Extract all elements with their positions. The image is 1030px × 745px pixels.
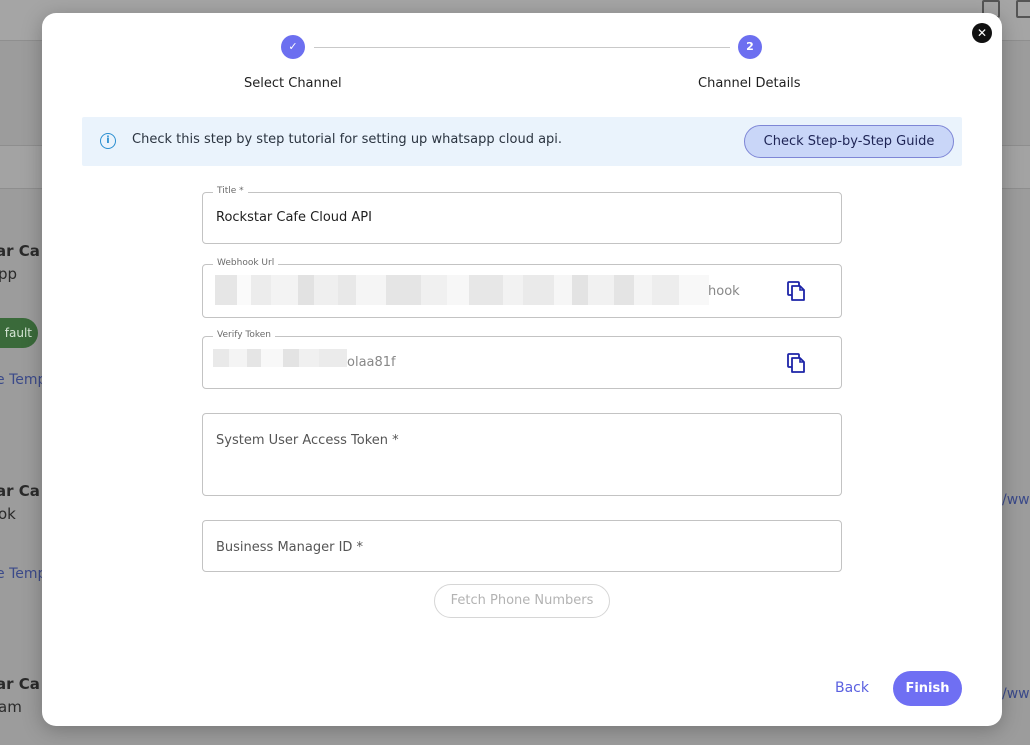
verify-token-label: Verify Token <box>213 330 275 340</box>
bg-card-subtitle: am <box>0 698 22 716</box>
bg-card-subtitle: pp <box>0 265 18 283</box>
info-icon: i <box>100 133 116 149</box>
verify-token-field[interactable]: Verify Token olaa81f <box>202 330 842 389</box>
bg-card-subtitle: ok <box>0 505 16 523</box>
webhook-url-visible-text: hook <box>708 284 740 299</box>
banner-text: Check this step by step tutorial for set… <box>132 132 563 147</box>
bg-card-title: ar Ca <box>0 675 40 693</box>
system-user-access-token-placeholder: System User Access Token * <box>216 433 399 448</box>
copy-verify-token-icon[interactable] <box>787 353 805 373</box>
verify-token-visible-text: olaa81f <box>347 355 396 370</box>
business-manager-id-input[interactable]: Business Manager ID * <box>202 520 842 572</box>
bg-default-badge: fault <box>0 318 38 348</box>
redacted-verify-token <box>213 349 347 367</box>
step-by-step-guide-button[interactable]: Check Step-by-Step Guide <box>744 125 954 158</box>
bookmark-icon <box>1016 0 1030 18</box>
back-button[interactable]: Back <box>828 677 876 699</box>
step-number-badge: 2 <box>738 35 762 59</box>
webhook-url-field[interactable]: Webhook Url hook <box>202 258 842 318</box>
bg-card-link: e Temp <box>0 372 47 388</box>
bg-card-right-link: /www <box>1002 686 1030 702</box>
bg-card-title: ar Ca <box>0 482 40 500</box>
channel-setup-modal: ✕ ✓ 2 Select Channel Channel Details i C… <box>42 13 1002 726</box>
finish-button[interactable]: Finish <box>893 671 962 706</box>
redacted-webhook-url <box>215 275 710 305</box>
bg-card-right-link: /www <box>1002 492 1030 508</box>
info-banner: i Check this step by step tutorial for s… <box>82 117 962 166</box>
title-field[interactable]: Title * Rockstar Cafe Cloud API <box>202 186 842 244</box>
step-label-channel-details: Channel Details <box>698 76 801 91</box>
title-field-value: Rockstar Cafe Cloud API <box>216 210 372 225</box>
fetch-phone-numbers-button[interactable]: Fetch Phone Numbers <box>434 584 610 618</box>
bg-card-title: ar Ca <box>0 242 40 260</box>
stepper-connector <box>314 47 730 48</box>
system-user-access-token-input[interactable]: System User Access Token * <box>202 413 842 496</box>
step-completed-check-icon: ✓ <box>281 35 305 59</box>
step-label-select-channel: Select Channel <box>244 76 342 91</box>
copy-webhook-url-icon[interactable] <box>787 281 805 301</box>
business-manager-id-placeholder: Business Manager ID * <box>216 540 364 555</box>
title-field-label: Title * <box>213 186 248 196</box>
close-button[interactable]: ✕ <box>972 23 992 43</box>
webhook-url-label: Webhook Url <box>213 258 279 268</box>
bg-card-link: e Temp <box>0 566 47 582</box>
